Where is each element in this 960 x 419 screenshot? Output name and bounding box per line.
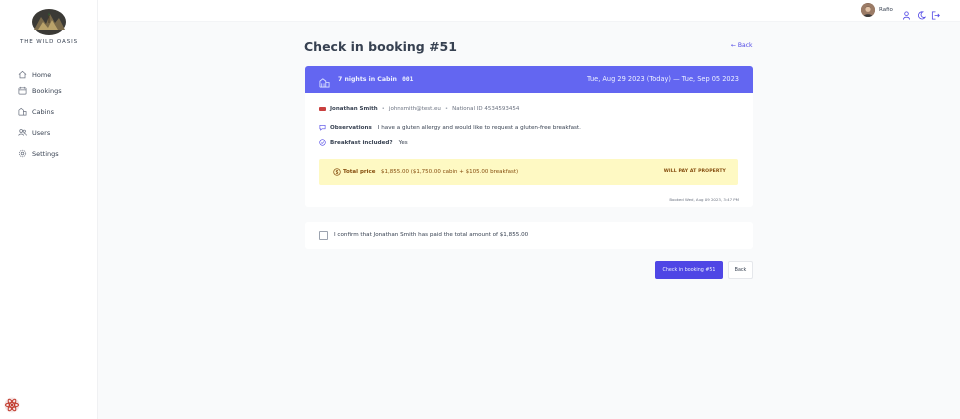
check-in-button[interactable]: Check in booking #51: [655, 261, 723, 279]
brand-name: THE WILD OASIS: [19, 39, 79, 45]
country-flag-icon: [319, 107, 326, 111]
payment-status: WILL PAY AT PROPERTY: [663, 169, 726, 174]
avatar[interactable]: [861, 3, 875, 17]
booking-dates: Tue, Aug 29 2023 (Today) — Tue, Sep 05 2…: [586, 75, 739, 83]
nights-summary: 7 nights in Cabin 001: [338, 76, 413, 83]
check-circle-icon: [319, 139, 326, 146]
observations-row: Observations I have a gluten allergy and…: [319, 124, 581, 131]
booking-details: Jonathan Smith • johnsmith@test.eu • Nat…: [305, 93, 753, 207]
sidebar-item-users[interactable]: Users: [18, 122, 50, 143]
cabin-code: 001: [402, 76, 414, 83]
nights-text: 7 nights in Cabin: [338, 76, 397, 83]
national-id: National ID 4534593454: [452, 106, 520, 112]
sidebar-item-label: Cabins: [32, 107, 54, 116]
sidebar-item-bookings[interactable]: Bookings: [18, 80, 62, 101]
back-link[interactable]: ← Back: [731, 42, 753, 49]
page-title: Check in booking #51: [304, 39, 457, 54]
logout-icon[interactable]: [931, 5, 940, 20]
booking-banner: 7 nights in Cabin 001 Tue, Aug 29 2023 (…: [305, 66, 753, 93]
sidebar-item-label: Users: [32, 128, 51, 137]
separator-dot: •: [381, 106, 385, 112]
home-icon: [18, 70, 27, 79]
sidebar: THE WILD OASIS Home Bookings Cabins User…: [0, 0, 98, 419]
cabin-icon: [319, 73, 330, 88]
sidebar-item-settings[interactable]: Settings: [18, 143, 59, 164]
calendar-icon: [18, 86, 27, 95]
username: Rafio: [879, 7, 893, 13]
dollar-circle-icon: [333, 168, 341, 176]
sidebar-item-label: Settings: [32, 149, 59, 158]
confirm-payment-box: I confirm that Jonathan Smith has paid t…: [305, 222, 753, 249]
guest-row: Jonathan Smith • johnsmith@test.eu • Nat…: [319, 106, 519, 112]
observations-label: Observations: [330, 124, 372, 131]
back-button[interactable]: Back: [728, 261, 753, 279]
total-price-label: Total price: [343, 169, 376, 175]
total-price-value: $1,855.00 ($1,750.00 cabin + $105.00 bre…: [381, 169, 519, 175]
sidebar-item-cabins[interactable]: Cabins: [18, 101, 54, 122]
wild-oasis-logo: [28, 8, 70, 36]
guest-email: johnsmith@test.eu: [388, 106, 441, 112]
price-box: Total price $1,855.00 ($1,750.00 cabin +…: [319, 159, 738, 185]
users-icon: [18, 129, 27, 136]
user-icon[interactable]: [902, 5, 911, 20]
breakfast-value: Yes: [398, 139, 408, 146]
breakfast-row: Breakfast included? Yes: [319, 139, 408, 146]
react-query-devtools-icon[interactable]: [4, 397, 20, 413]
separator-dot: •: [444, 106, 449, 112]
confirm-paid-checkbox[interactable]: [319, 231, 328, 240]
breakfast-label: Breakfast included?: [330, 139, 393, 146]
sidebar-item-label: Home: [32, 70, 52, 79]
moon-icon[interactable]: [917, 5, 927, 20]
gear-icon: [18, 149, 27, 158]
top-header: [98, 0, 960, 22]
sidebar-item-label: Bookings: [32, 86, 62, 95]
confirm-paid-label[interactable]: I confirm that Jonathan Smith has paid t…: [334, 232, 528, 238]
guest-name: Jonathan Smith: [330, 106, 378, 112]
observations-text: I have a gluten allergy and would like t…: [377, 124, 581, 131]
booked-timestamp: Booked Wed, Aug 09 2023, 3:47 PM: [669, 197, 739, 202]
chat-bubble-icon: [319, 125, 326, 131]
cabins-icon: [18, 107, 27, 116]
